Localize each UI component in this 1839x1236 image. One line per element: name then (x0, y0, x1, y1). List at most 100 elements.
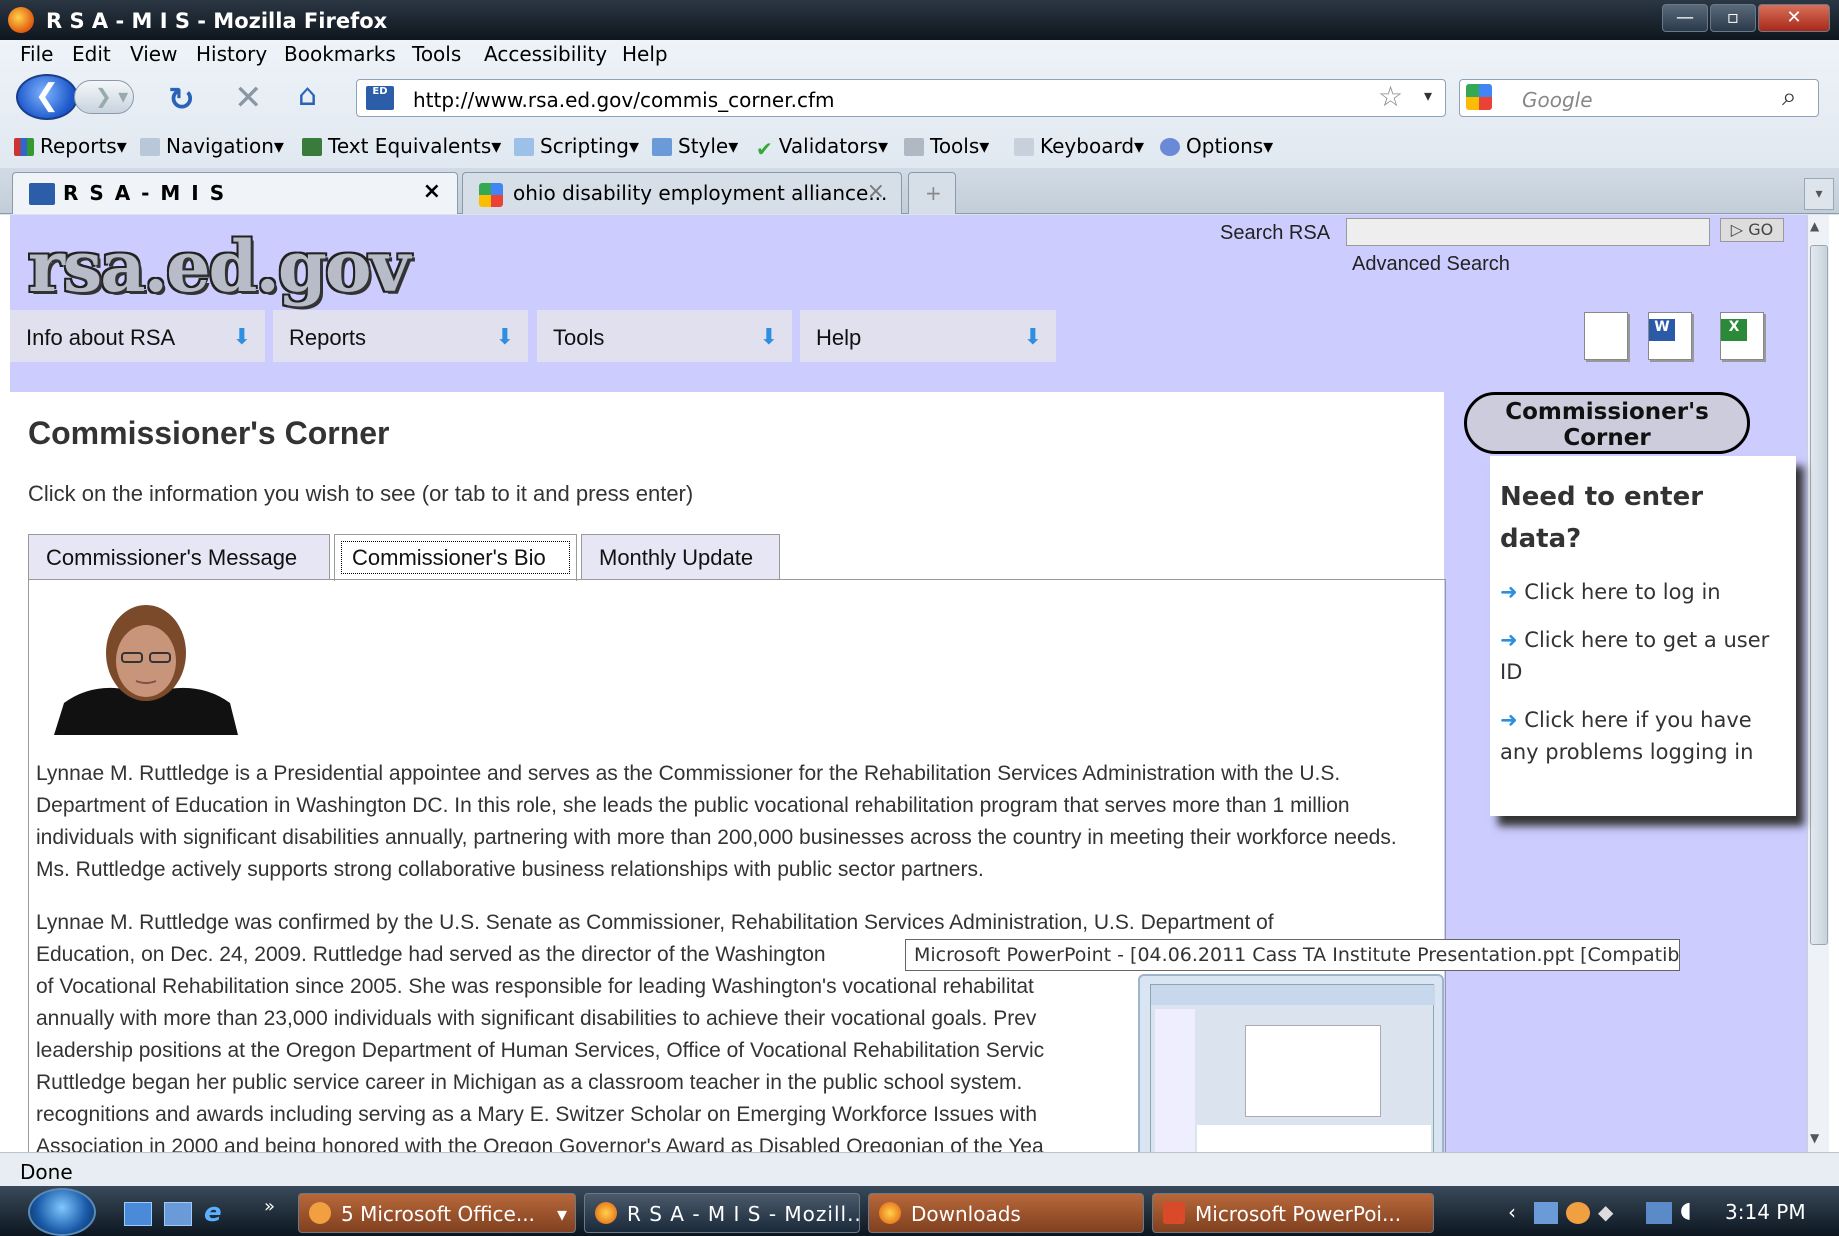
office-icon (309, 1202, 331, 1224)
search-rsa-input[interactable] (1346, 218, 1710, 246)
login-problems-link[interactable]: ➜ Click here if you have any problems lo… (1500, 704, 1780, 768)
scroll-down-icon[interactable]: ▼ (1810, 1131, 1819, 1145)
nav-help[interactable]: Help ⬇ (800, 310, 1056, 362)
taskbar-button-firefox[interactable]: R S A - M I S - Mozill... (584, 1193, 860, 1233)
page-title: Commissioner's Corner (28, 415, 390, 451)
toolbar-reports[interactable]: Reports▾ (14, 134, 127, 158)
tray-icon-2[interactable] (1566, 1202, 1590, 1224)
menu-edit[interactable]: Edit (72, 42, 111, 66)
internet-explorer-icon[interactable]: e (204, 1198, 222, 1228)
tab-commissioners-bio[interactable]: Commissioner's Bio (334, 534, 577, 581)
toolbar-keyboard[interactable]: Keyboard▾ (1014, 134, 1144, 158)
network-icon[interactable] (1646, 1202, 1672, 1224)
excel-doc-icon[interactable]: X (1720, 312, 1764, 360)
browser-tab-rsa-mis[interactable]: R S A - M I S × (12, 172, 458, 214)
home-icon[interactable]: ⌂ (298, 78, 317, 113)
text-equivalents-icon (302, 138, 322, 156)
group-dropdown-icon: ▾ (556, 1202, 567, 1226)
right-arrow-icon: ➜ (1500, 708, 1525, 732)
menu-tools[interactable]: Tools (412, 42, 461, 66)
toolbar-validators[interactable]: ✔ Validators▾ (756, 134, 888, 161)
menu-accessibility[interactable]: Accessibility (484, 42, 607, 66)
word-w-icon: W (1649, 319, 1675, 341)
excel-x-icon: X (1721, 319, 1747, 341)
login-link[interactable]: ➜ Click here to log in (1500, 576, 1780, 608)
bio-paragraph-1: Lynnae M. Ruttledge is a Presidential ap… (36, 762, 1397, 881)
url-bar[interactable]: http://www.rsa.ed.gov/commis_corner.cfm (356, 79, 1446, 117)
right-arrow-icon: ➜ (1500, 628, 1525, 652)
window-title: R S A - M I S - Mozilla Firefox (46, 9, 388, 33)
stop-icon[interactable]: ✕ (234, 78, 263, 118)
forward-button[interactable]: ❯ ▾ (74, 80, 134, 114)
toolbar-style[interactable]: Style▾ (652, 134, 738, 158)
status-text: Done (20, 1160, 73, 1184)
close-tab-icon[interactable]: × (867, 179, 885, 204)
taskbar-button-downloads[interactable]: Downloads (868, 1193, 1144, 1233)
go-button[interactable]: ▷ GO (1720, 218, 1784, 242)
system-clock[interactable]: 3:14 PM (1725, 1200, 1806, 1224)
advanced-search-link[interactable]: Advanced Search (1352, 253, 1510, 276)
menu-history[interactable]: History (196, 42, 267, 66)
close-window-button[interactable]: ✕ (1758, 4, 1830, 32)
url-dropdown-icon[interactable]: ▾ (1424, 86, 1432, 105)
text-doc-icon[interactable] (1584, 312, 1628, 360)
down-arrow-icon: ⬇ (495, 324, 514, 349)
options-icon (1160, 138, 1180, 156)
tab-monthly-update[interactable]: Monthly Update (581, 534, 780, 580)
taskbar-button-office[interactable]: 5 Microsoft Office... ▾ (298, 1193, 576, 1233)
back-button[interactable]: ❮ (16, 74, 78, 120)
toolbar-tools[interactable]: Tools▾ (904, 134, 989, 158)
rsa-logo[interactable]: rsa.ed.gov (28, 225, 410, 308)
web-search-input[interactable]: Google (1459, 79, 1819, 117)
toolbar-navigation[interactable]: Navigation▾ (140, 134, 284, 158)
taskbar-tooltip: Microsoft PowerPoint - [04.06.2011 Cass … (905, 939, 1680, 971)
browser-tab-ohio[interactable]: ohio disability employment alliance... × (462, 172, 902, 214)
scroll-up-icon[interactable]: ▲ (1810, 219, 1819, 233)
nav-info-about-rsa[interactable]: Info about RSA ⬇ (10, 310, 265, 362)
reload-icon[interactable]: ↻ (168, 80, 195, 118)
word-doc-icon[interactable]: W (1648, 312, 1692, 360)
close-tab-icon[interactable]: × (423, 179, 441, 204)
minimize-button[interactable]: — (1662, 4, 1708, 32)
nav-tools[interactable]: Tools ⬇ (537, 310, 792, 362)
style-icon (652, 138, 672, 156)
google-engine-icon[interactable] (1466, 84, 1492, 110)
menu-bar: File Edit View History Bookmarks Tools A… (0, 40, 1839, 68)
url-text: http://www.rsa.ed.gov/commis_corner.cfm (413, 88, 835, 112)
nav-reports[interactable]: Reports ⬇ (273, 310, 528, 362)
site-favicon-icon (29, 183, 55, 205)
volume-icon[interactable]: ◖ (1680, 1198, 1692, 1223)
menu-bookmarks[interactable]: Bookmarks (284, 42, 396, 66)
new-tab-button[interactable]: + (908, 172, 956, 214)
toolbar-scripting[interactable]: Scripting▾ (514, 134, 639, 158)
taskbar-button-powerpoint[interactable]: Microsoft PowerPoi... (1152, 1193, 1434, 1233)
tray-icon-3[interactable]: ◆ (1598, 1200, 1613, 1224)
thumb-ribbon (1151, 985, 1435, 1005)
menu-help[interactable]: Help (622, 42, 668, 66)
get-user-id-link[interactable]: ➜ Click here to get a user ID (1500, 624, 1780, 688)
powerpoint-thumbnail (1150, 984, 1435, 1172)
tab-commissioners-message[interactable]: Commissioner's Message (28, 534, 330, 580)
instructions-text: Click on the information you wish to see… (28, 481, 694, 506)
wrench-icon (904, 138, 924, 156)
show-desktop-icon[interactable] (124, 1202, 152, 1226)
menu-file[interactable]: File (20, 42, 53, 66)
menu-view[interactable]: View (130, 42, 177, 66)
quicklaunch-overflow-icon[interactable]: » (264, 1196, 275, 1217)
maximize-button[interactable]: ▫ (1710, 4, 1756, 32)
scrollbar-thumb[interactable] (1810, 245, 1828, 945)
toolbar-text-equivalents[interactable]: Text Equivalents▾ (302, 134, 501, 158)
tray-icon-1[interactable] (1534, 1202, 1558, 1224)
bookmark-star-icon[interactable]: ☆ (1378, 80, 1403, 113)
toolbar-options[interactable]: Options▾ (1160, 134, 1273, 158)
powerpoint-icon (1163, 1202, 1185, 1224)
switch-windows-icon[interactable] (164, 1202, 192, 1226)
tray-expand-icon[interactable]: ‹ (1508, 1200, 1516, 1224)
tab-list-dropdown-icon[interactable]: ▾ (1804, 178, 1834, 210)
windows-start-button[interactable] (28, 1188, 96, 1236)
down-arrow-icon: ⬇ (232, 324, 251, 349)
search-icon[interactable]: ⌕ (1782, 82, 1797, 113)
data-entry-heading: Need to enter data? (1500, 482, 1704, 554)
commissioner-photo (54, 595, 238, 735)
vertical-scrollbar[interactable]: ▲ ▼ (1807, 215, 1829, 1152)
